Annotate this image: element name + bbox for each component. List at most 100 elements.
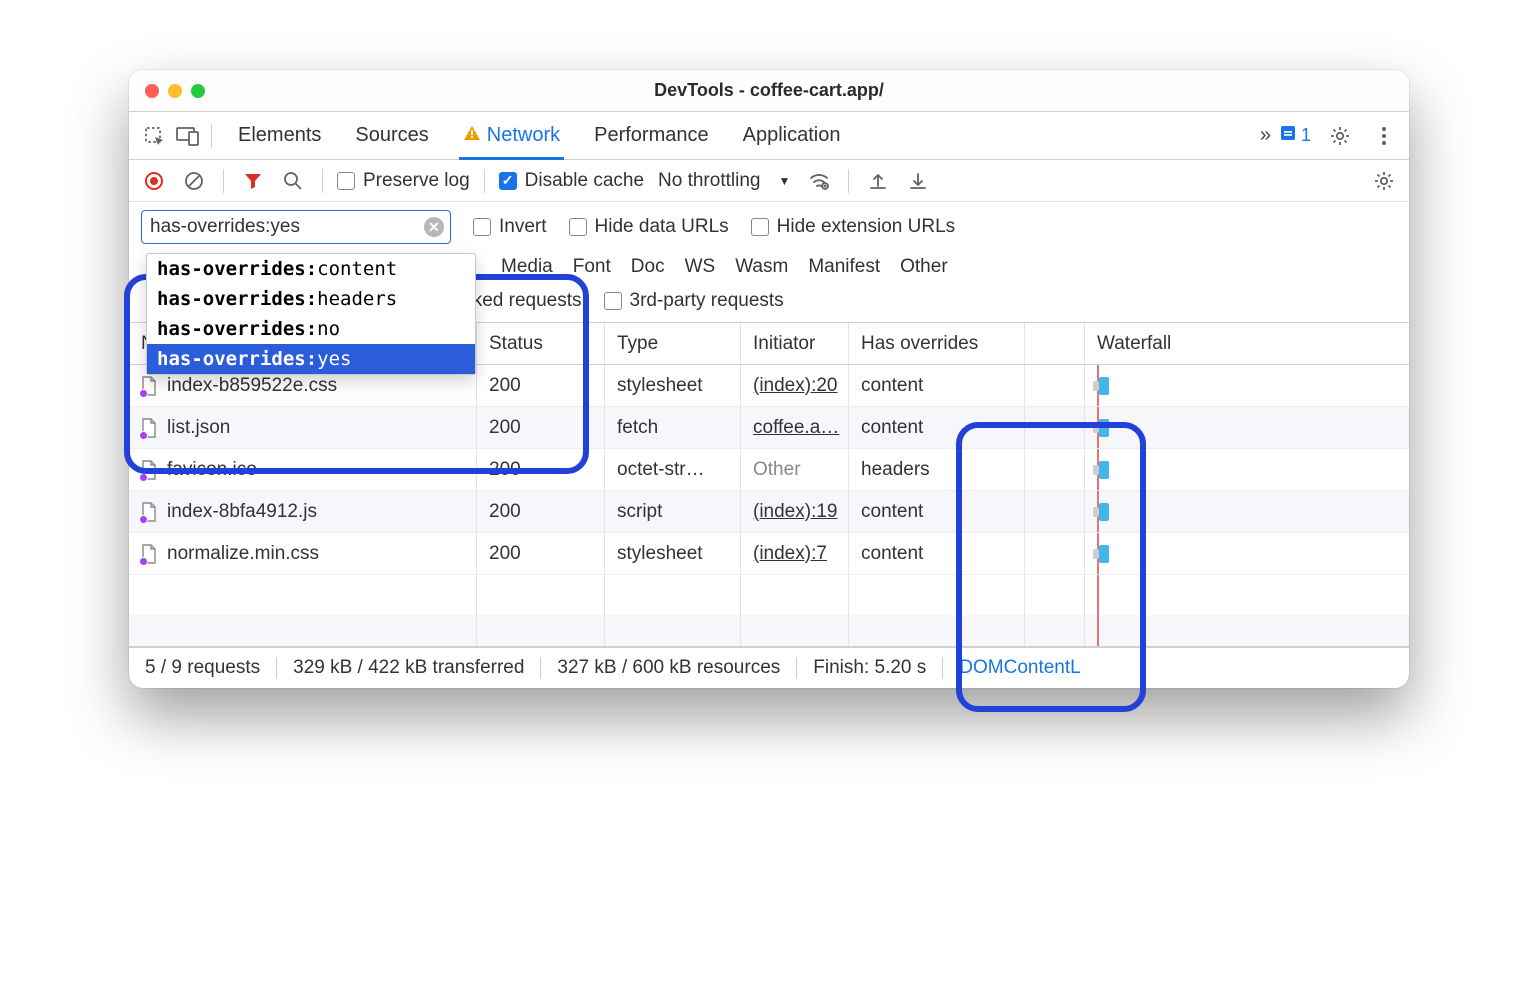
request-overrides: content — [849, 407, 1025, 448]
table-row[interactable]: favicon.ico200octet-str…Otherheaders — [129, 449, 1409, 491]
waterfall-cell — [1085, 365, 1409, 406]
upload-har-icon[interactable] — [863, 166, 893, 196]
issues-badge[interactable]: 1 — [1279, 124, 1311, 147]
filter-autocomplete: has-overrides:contenthas-overrides:heade… — [146, 253, 476, 375]
file-override-icon — [141, 544, 159, 564]
clear-filter-icon[interactable]: ✕ — [424, 217, 444, 237]
more-tabs-icon[interactable]: » — [1260, 124, 1265, 147]
request-initiator[interactable]: coffee.a… — [741, 407, 849, 448]
type-filter-media[interactable]: Media — [501, 256, 553, 278]
type-filter-ws[interactable]: WS — [685, 256, 716, 278]
device-toggle-icon[interactable] — [173, 121, 203, 151]
third-party-checkbox[interactable]: 3rd-party requests — [604, 290, 784, 312]
waterfall-cell — [1085, 491, 1409, 532]
request-name: list.json — [167, 417, 230, 439]
network-conditions-icon[interactable] — [804, 166, 834, 196]
request-initiator[interactable]: Other — [741, 449, 849, 490]
col-spacer — [1025, 323, 1085, 364]
filter-toggle-icon[interactable] — [238, 166, 268, 196]
request-type: stylesheet — [605, 533, 741, 574]
filter-input[interactable] — [150, 216, 420, 238]
waterfall-cell — [1085, 407, 1409, 448]
cell-spacer — [1025, 365, 1085, 406]
autocomplete-item-headers[interactable]: has-overrides:headers — [147, 284, 475, 314]
titlebar: DevTools - coffee-cart.app/ — [129, 70, 1409, 112]
col-status[interactable]: Status — [477, 323, 605, 364]
separator — [484, 169, 485, 193]
col-type[interactable]: Type — [605, 323, 741, 364]
request-name: normalize.min.css — [167, 543, 319, 565]
request-type: octet-str… — [605, 449, 741, 490]
type-filter-manifest[interactable]: Manifest — [808, 256, 880, 278]
type-filter-font[interactable]: Font — [573, 256, 611, 278]
record-button[interactable] — [139, 166, 169, 196]
cell-spacer — [1025, 407, 1085, 448]
caret-down-icon: ▼ — [778, 174, 790, 188]
download-har-icon[interactable] — [903, 166, 933, 196]
tab-network[interactable]: Network — [463, 112, 560, 159]
table-row[interactable]: index-8bfa4912.js 200script(index):19cont… — [129, 491, 1409, 533]
file-override-icon — [141, 376, 159, 396]
file-override-icon — [141, 460, 159, 480]
tab-network-label: Network — [487, 124, 560, 147]
main-tabs: Elements Sources Network Performance App… — [129, 112, 1409, 160]
separator — [211, 124, 212, 148]
search-icon[interactable] — [278, 166, 308, 196]
separator — [223, 169, 224, 193]
checkbox-checked-icon: ✓ — [499, 172, 517, 190]
request-name: index-8bfa4912.js — [167, 501, 317, 523]
file-override-icon — [141, 502, 159, 522]
request-status: 200 — [477, 449, 605, 490]
request-initiator[interactable]: (index):19 — [741, 491, 849, 532]
cell-spacer — [1025, 491, 1085, 532]
status-transferred: 329 kB / 422 kB transferred — [277, 657, 541, 679]
separator — [848, 169, 849, 193]
request-status: 200 — [477, 491, 605, 532]
autocomplete-item-yes[interactable]: has-overrides:yes — [147, 344, 475, 374]
separator — [322, 169, 323, 193]
col-waterfall[interactable]: Waterfall — [1085, 323, 1409, 364]
table-row[interactable]: list.json200fetchcoffee.a…content — [129, 407, 1409, 449]
filter-input-wrap: ✕ has-overrides:contenthas-overrides:hea… — [141, 210, 451, 244]
type-filter-doc[interactable]: Doc — [631, 256, 665, 278]
invert-checkbox[interactable]: Invert — [473, 216, 547, 238]
settings-icon[interactable] — [1325, 121, 1355, 151]
issue-icon — [1279, 124, 1297, 147]
disable-cache-checkbox[interactable]: ✓ Disable cache — [499, 170, 644, 192]
filter-bar: ✕ has-overrides:contenthas-overrides:hea… — [129, 202, 1409, 323]
type-filter-other[interactable]: Other — [900, 256, 948, 278]
clear-button[interactable] — [179, 166, 209, 196]
tab-sources[interactable]: Sources — [355, 112, 428, 159]
request-overrides: content — [849, 365, 1025, 406]
preserve-log-checkbox[interactable]: Preserve log — [337, 170, 470, 192]
hide-data-urls-checkbox[interactable]: Hide data URLs — [569, 216, 729, 238]
waterfall-cell — [1085, 449, 1409, 490]
request-overrides: content — [849, 491, 1025, 532]
request-type: fetch — [605, 407, 741, 448]
autocomplete-item-no[interactable]: has-overrides:no — [147, 314, 475, 344]
request-overrides: headers — [849, 449, 1025, 490]
request-initiator[interactable]: (index):20 — [741, 365, 849, 406]
kebab-menu-icon[interactable] — [1369, 121, 1399, 151]
checkbox-icon — [337, 172, 355, 190]
cell-spacer — [1025, 449, 1085, 490]
request-type: script — [605, 491, 741, 532]
throttling-select[interactable]: No throttling ▼ — [654, 170, 794, 192]
col-has-overrides[interactable]: Has overrides — [849, 323, 1025, 364]
tab-application[interactable]: Application — [743, 112, 841, 159]
type-filter-wasm[interactable]: Wasm — [735, 256, 788, 278]
table-row[interactable]: normalize.min.css200stylesheet(index):7c… — [129, 533, 1409, 575]
issues-count: 1 — [1301, 125, 1311, 146]
autocomplete-item-content[interactable]: has-overrides:content — [147, 254, 475, 284]
hide-extension-urls-checkbox[interactable]: Hide extension URLs — [751, 216, 955, 238]
request-status: 200 — [477, 365, 605, 406]
request-name: index-b859522e.css — [167, 375, 337, 397]
tab-performance[interactable]: Performance — [594, 112, 709, 159]
inspect-element-icon[interactable] — [139, 121, 169, 151]
col-initiator[interactable]: Initiator — [741, 323, 849, 364]
panel-settings-icon[interactable] — [1369, 166, 1399, 196]
request-initiator[interactable]: (index):7 — [741, 533, 849, 574]
tab-elements[interactable]: Elements — [238, 112, 321, 159]
status-bar: 5 / 9 requests 329 kB / 422 kB transferr… — [129, 648, 1409, 688]
waterfall-cell — [1085, 533, 1409, 574]
